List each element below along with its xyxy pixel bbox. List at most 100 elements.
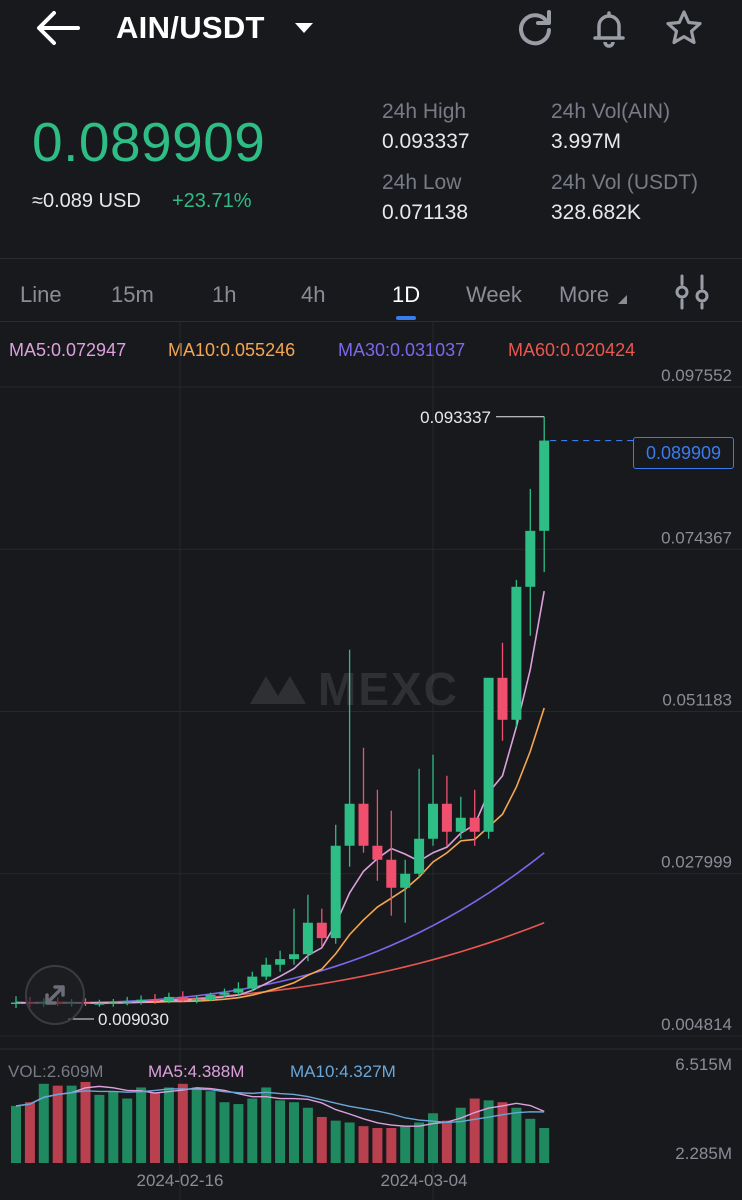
candle-down	[497, 677, 508, 720]
stat-label-24h-high: 24h High	[382, 100, 467, 123]
mexc-logo-watermark	[250, 676, 306, 704]
volume-bar-down	[24, 1102, 35, 1163]
candle-up	[414, 838, 425, 874]
volume-bar-down	[497, 1102, 508, 1163]
vol-label: VOL:2.609M	[8, 1062, 103, 1081]
volume-bar-down	[177, 1083, 188, 1163]
tab-4h[interactable]: 4h	[301, 282, 325, 308]
volume-bar-up	[94, 1094, 105, 1163]
volume-bar-up	[289, 1102, 299, 1163]
y-axis-label: 0.027999	[661, 853, 732, 872]
volume-bar-up	[191, 1087, 202, 1163]
y-axis-label: 0.097552	[661, 366, 732, 385]
candle-down	[441, 803, 452, 832]
candle-up	[289, 954, 299, 960]
volume-bar-down	[386, 1128, 397, 1163]
tab-1d[interactable]: 1D	[392, 282, 420, 308]
low-price-label: 0.009030	[98, 1010, 169, 1029]
volume-bar-down	[358, 1126, 369, 1163]
candle-up	[136, 999, 147, 1002]
candle-up	[275, 959, 286, 965]
tab-line[interactable]: Line	[20, 282, 62, 308]
volume-bar-up	[11, 1105, 21, 1163]
candle-up	[163, 996, 174, 1002]
volume-bar-up	[414, 1122, 425, 1163]
volume-bar-up	[275, 1100, 286, 1163]
y-axis-label: 0.051183	[662, 691, 732, 710]
back-arrow-icon[interactable]	[34, 8, 82, 48]
star-icon[interactable]	[664, 8, 704, 48]
tab-15m[interactable]: 15m	[111, 282, 154, 308]
volume-bar-up	[219, 1102, 230, 1163]
volume-axis-label: 2.285M	[675, 1144, 732, 1163]
volume-bar-up	[400, 1126, 411, 1163]
stat-label-24h-vol-ain: 24h Vol(AIN)	[551, 100, 671, 123]
candle-up	[344, 803, 355, 846]
candlestick-chart[interactable]: 0.097552 0.074367 0.051183 0.027999 0.004814…	[0, 322, 742, 1200]
interval-tabs: Line 15m 1h 4h 1D Week More	[0, 262, 742, 322]
volume-bar-down	[80, 1081, 91, 1163]
candle-down	[372, 845, 383, 860]
candle-up	[261, 964, 272, 977]
volume-bar-up	[247, 1098, 258, 1163]
caret-down-icon[interactable]	[293, 21, 315, 35]
volume-axis-label: 6.515M	[675, 1055, 732, 1074]
volume-bar-up	[38, 1083, 49, 1163]
volume-bar-down	[469, 1098, 480, 1163]
volume-bar-up	[233, 1104, 244, 1163]
candle-down	[150, 999, 160, 1002]
expand-icon	[45, 985, 65, 1005]
y-axis-label: 0.074367	[661, 528, 732, 547]
vol-ma5-label: MA5:4.388M	[148, 1062, 244, 1081]
volume-bar-up	[66, 1085, 77, 1163]
y-axis-label: 0.004814	[661, 1015, 732, 1034]
fullscreen-button[interactable]	[25, 965, 85, 1025]
last-price: 0.089909	[32, 111, 266, 173]
bell-icon[interactable]	[589, 8, 629, 48]
header-bar: AIN/USDT	[0, 0, 742, 60]
candle-up	[302, 922, 313, 955]
candle-down	[177, 996, 188, 1001]
last-price-tag: 0.089909	[633, 437, 734, 469]
candle-down	[386, 859, 397, 888]
ma30-line	[15, 852, 545, 1005]
volume-bar-up	[330, 1120, 341, 1163]
candle-up	[233, 988, 244, 993]
stat-value-24h-high: 0.093337	[382, 130, 470, 153]
tab-week[interactable]: Week	[466, 282, 522, 308]
usd-value: ≈0.089 USD	[32, 190, 141, 212]
candle-up	[428, 803, 438, 839]
volume-bar-down	[150, 1093, 160, 1163]
volume-bar-up	[205, 1091, 216, 1163]
volume-bar-up	[511, 1107, 522, 1163]
volume-bar-up	[344, 1122, 355, 1163]
ma5-line	[15, 591, 545, 1004]
stat-label-24h-vol-usdt: 24h Vol (USDT)	[551, 171, 699, 194]
candle-up	[539, 440, 550, 531]
candle-up	[400, 873, 411, 888]
volume-bar-up	[525, 1118, 536, 1163]
chart-settings-icon[interactable]	[672, 274, 712, 310]
candle-up	[11, 1002, 21, 1005]
volume-bar-up	[261, 1087, 272, 1163]
tab-more[interactable]: More	[559, 282, 609, 308]
more-caret-icon	[618, 295, 627, 304]
volume-bar-down	[441, 1120, 452, 1163]
candle-down	[316, 922, 327, 939]
candle-down	[358, 803, 369, 846]
candle-up	[108, 1002, 119, 1005]
volume-bar-up	[163, 1087, 174, 1163]
candle-up	[330, 845, 341, 939]
candle-up	[511, 586, 522, 720]
refresh-icon[interactable]	[515, 8, 555, 48]
candle-up	[247, 976, 258, 989]
watermark-text: MEXC	[318, 663, 459, 715]
active-tab-indicator	[396, 316, 416, 320]
pair-title[interactable]: AIN/USDT	[116, 10, 265, 46]
stat-value-24h-vol-usdt: 328.682K	[551, 201, 641, 224]
tab-1h[interactable]: 1h	[212, 282, 236, 308]
volume-bar-up	[302, 1107, 313, 1163]
volume-bar-up	[539, 1128, 550, 1163]
candle-up	[455, 817, 466, 832]
volume-bar-up	[108, 1091, 119, 1163]
